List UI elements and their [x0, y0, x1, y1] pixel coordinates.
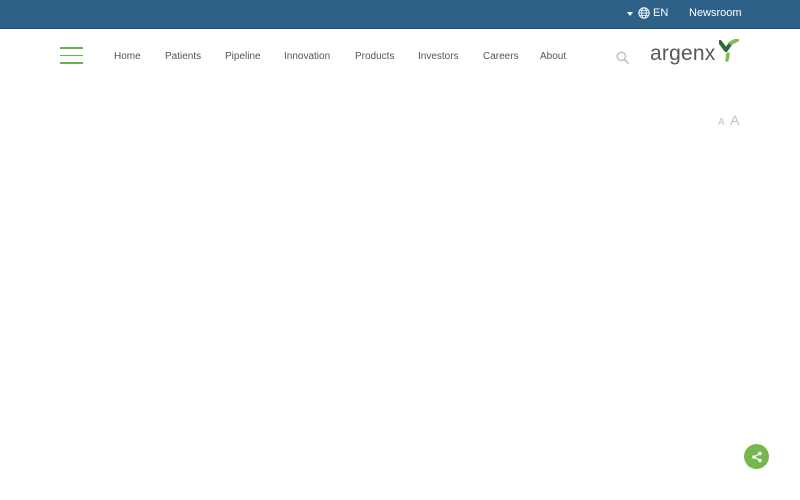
font-size-small-button[interactable]: A — [718, 117, 725, 128]
nav-item-patients[interactable]: Patients — [165, 51, 201, 62]
globe-icon — [638, 7, 650, 19]
hamburger-icon[interactable] — [60, 47, 83, 64]
search-icon[interactable] — [616, 51, 629, 69]
language-selector[interactable]: EN — [627, 7, 668, 19]
font-size-large-button[interactable]: A — [730, 112, 739, 128]
language-label: EN — [653, 7, 669, 19]
caret-down-icon — [627, 11, 633, 16]
newsroom-link[interactable]: Newsroom — [689, 7, 742, 19]
nav-item-investors[interactable]: Investors — [418, 51, 459, 62]
nav-item-home[interactable]: Home — [114, 51, 141, 62]
nav-item-about[interactable]: About — [540, 51, 566, 62]
nav-item-products[interactable]: Products — [355, 51, 394, 62]
argenx-logo[interactable]: argenx — [649, 37, 741, 69]
share-button[interactable] — [744, 444, 769, 469]
nav-item-pipeline[interactable]: Pipeline — [225, 51, 261, 62]
nav-item-careers[interactable]: Careers — [483, 51, 519, 62]
font-size-control: A A — [718, 112, 739, 130]
logo-mark-icon — [719, 39, 739, 62]
share-icon — [751, 451, 762, 462]
logo-wordmark: argenx — [650, 42, 716, 65]
top-bar: EN Newsroom — [0, 0, 800, 29]
nav-item-innovation[interactable]: Innovation — [284, 51, 330, 62]
